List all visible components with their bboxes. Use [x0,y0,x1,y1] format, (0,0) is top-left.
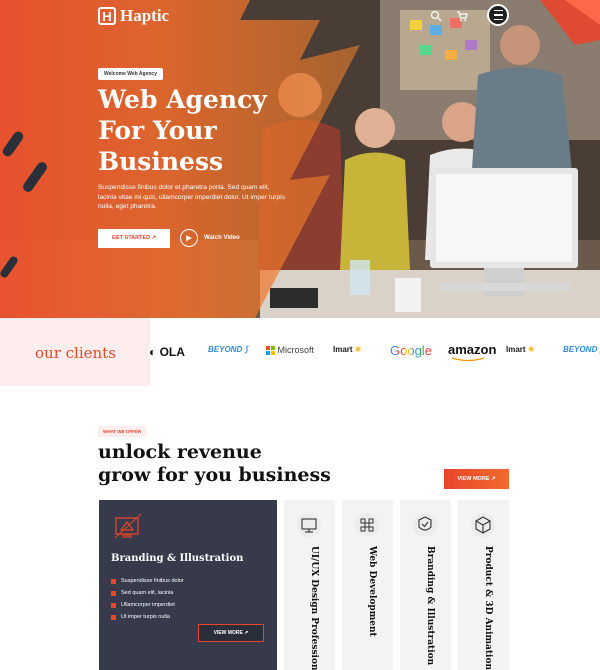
watch-video-label: Watch Video [204,235,240,241]
hero-title: Web Agency For Your Business [98,84,358,177]
monitor-icon [297,513,321,537]
logo-mark: H [98,7,116,25]
hero-tag: Welcome Web Agency [98,68,163,80]
featured-service-card[interactable]: Branding & Illustration Suspendisse fini… [99,500,277,670]
services-title-line-2: grow for you business [98,464,331,486]
search-icon[interactable] [430,10,442,22]
client-logo-google-text: Google [390,343,432,358]
client-logo-ola[interactable]: ◐ OLA [149,345,185,359]
header-icons [430,10,468,22]
client-logo-beyond[interactable]: BEYOND ⟆ [208,345,248,354]
list-item-text: Ullamcorper imperdiet [121,602,175,608]
service-card-product-3d[interactable]: Product & 3D Animation [458,500,509,670]
featured-service-list: Suspendisse finibus dolor Sed quam elit,… [111,575,184,623]
client-logo-microsoft[interactable]: Microsoft [266,345,315,356]
hero-title-line-1: Web Agency [98,85,267,114]
client-logo-imart-2-text: Imart [506,345,526,354]
service-card-branding[interactable]: Branding & Illustration [400,500,451,670]
check-icon [111,614,116,620]
client-logo-amazon[interactable]: amazon [448,342,497,362]
check-icon [111,590,116,596]
services-title: unlock revenue grow for you business [98,441,358,487]
microsoft-icon [266,346,275,356]
featured-service-title: Branding & Illustration [111,553,244,564]
list-item-text: Ut imper turpis nulla [121,614,170,620]
list-item: Suspendisse finibus dolor [111,575,184,587]
client-logo-imart[interactable]: Imart ✳ [333,345,362,354]
hero-description: Suspendisse finibus dolor et pharetra po… [98,184,285,211]
services-title-line-1: unlock revenue [98,441,262,463]
network-icon [355,513,379,537]
client-logo-beyond-text: BEYOND [208,345,243,354]
service-card-title: Product & 3D Animation [483,546,493,670]
service-card-title: Web Development [367,546,377,637]
view-more-button[interactable]: VIEW MORE ↗ [444,469,509,489]
get-started-button[interactable]: GET STARTED ↗ [98,229,170,248]
client-logo-microsoft-text: Microsoft [277,345,315,355]
watch-video-link[interactable]: ▶ Watch Video [180,229,240,247]
client-logo-beyond-2[interactable]: BEYOND ⟆ [563,345,600,354]
list-item: Ut imper turpis nulla [111,611,184,623]
client-logo-amazon-text: amazon [448,342,497,357]
menu-button[interactable] [487,4,509,26]
list-item-text: Sed quam elit, lacinia [121,590,174,596]
hero-title-line-2: For Your [98,116,217,145]
check-icon [111,578,116,584]
hero-title-line-3: Business [98,147,224,176]
branding-icon [114,513,142,539]
site-logo[interactable]: H Haptic [98,6,169,26]
clients-title-box: our clients [0,318,150,386]
play-icon: ▶ [180,229,198,247]
client-logo-google[interactable]: Google [390,343,432,358]
clients-strip: our clients ◐ OLA BEYOND ⟆ Microsoft Ima… [0,318,600,386]
service-card-title: UI/UX Design Professional [309,546,319,670]
hero-section: H Haptic Welcome Web Agency Web Agency F… [0,0,600,318]
cube-icon [471,513,495,537]
featured-view-more-button[interactable]: VIEW MORE ↗ [198,624,264,642]
client-logo-imart-text: Imart [333,345,353,354]
list-item: Sed quam elit, lacinia [111,587,184,599]
cart-icon[interactable] [456,10,468,22]
services-tag: WHAT WE OFFER [98,426,147,437]
list-item: Ullamcorper imperdiet [111,599,184,611]
list-item-text: Suspendisse finibus dolor [121,578,184,584]
client-logo-imart-2[interactable]: Imart ✳ [506,345,535,354]
client-logo-beyond-2-text: BEYOND [563,345,598,354]
check-icon [111,602,116,608]
logo-text: Haptic [120,6,170,25]
badge-icon [413,513,437,537]
service-card-title: Branding & Illustration [425,546,435,666]
amazon-smile-icon [451,357,485,362]
client-logo-ola-text: OLA [159,345,185,359]
service-card-web-dev[interactable]: Web Development [342,500,393,670]
menu-icon [493,8,503,22]
service-card-uiux[interactable]: UI/UX Design Professional [284,500,335,670]
clients-title: our clients [35,344,116,362]
